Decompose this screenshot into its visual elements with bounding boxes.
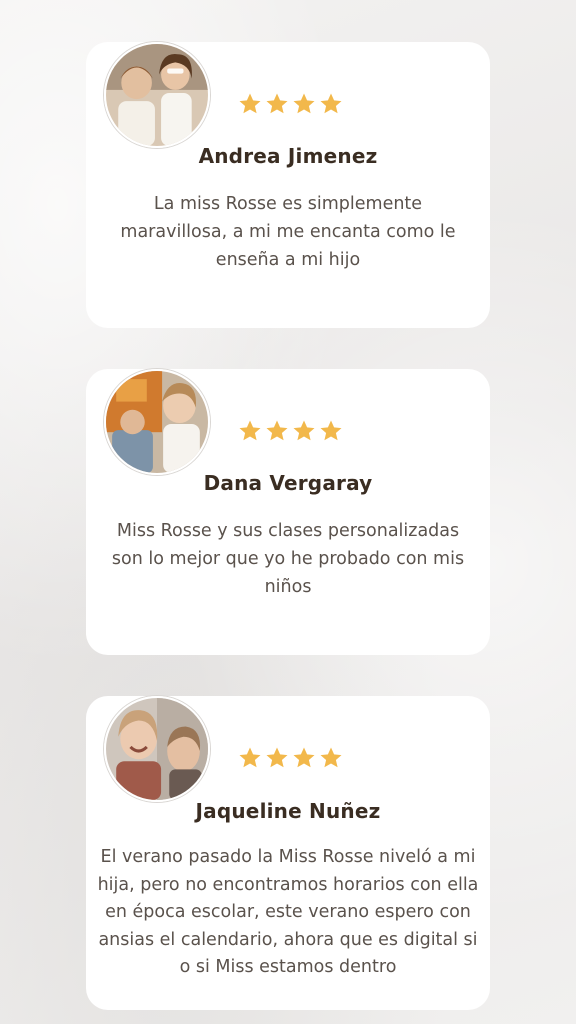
star-icon: [266, 93, 288, 114]
star-icon: [293, 747, 315, 768]
child-photo-avatar: [106, 371, 208, 473]
star-icon: [239, 420, 261, 441]
star-icon: [293, 93, 315, 114]
review-text: La miss Rosse es simplemente maravillosa…: [120, 194, 456, 270]
star-icon: [239, 93, 261, 114]
child-photo-avatar: [106, 698, 208, 800]
star-icon: [266, 747, 288, 768]
testimonial-card: Dana Vergaray Miss Rosse y sus clases pe…: [86, 369, 490, 655]
avatar: [104, 369, 210, 475]
reviewer-name: Andrea Jimenez: [198, 144, 378, 168]
star-icon: [320, 420, 342, 441]
reviewer-name: Jaqueline Nuñez: [195, 799, 381, 823]
review-text: El verano pasado la Miss Rosse niveló a …: [97, 847, 479, 977]
reviewer-name: Dana Vergaray: [203, 471, 373, 495]
star-icon: [320, 747, 342, 768]
testimonial-card: Jaqueline Nuñez El verano pasado la Miss…: [86, 696, 490, 1010]
star-rating: [238, 746, 343, 770]
star-icon: [239, 747, 261, 768]
avatar: [104, 696, 210, 802]
child-photo-avatar: [106, 44, 208, 146]
avatar: [104, 42, 210, 148]
star-icon: [293, 420, 315, 441]
star-rating: [238, 419, 343, 443]
testimonial-card: Andrea Jimenez La miss Rosse es simpleme…: [86, 42, 490, 328]
star-rating: [238, 92, 343, 116]
review-text: Miss Rosse y sus clases personalizadas s…: [111, 521, 465, 597]
star-icon: [320, 93, 342, 114]
star-icon: [266, 420, 288, 441]
